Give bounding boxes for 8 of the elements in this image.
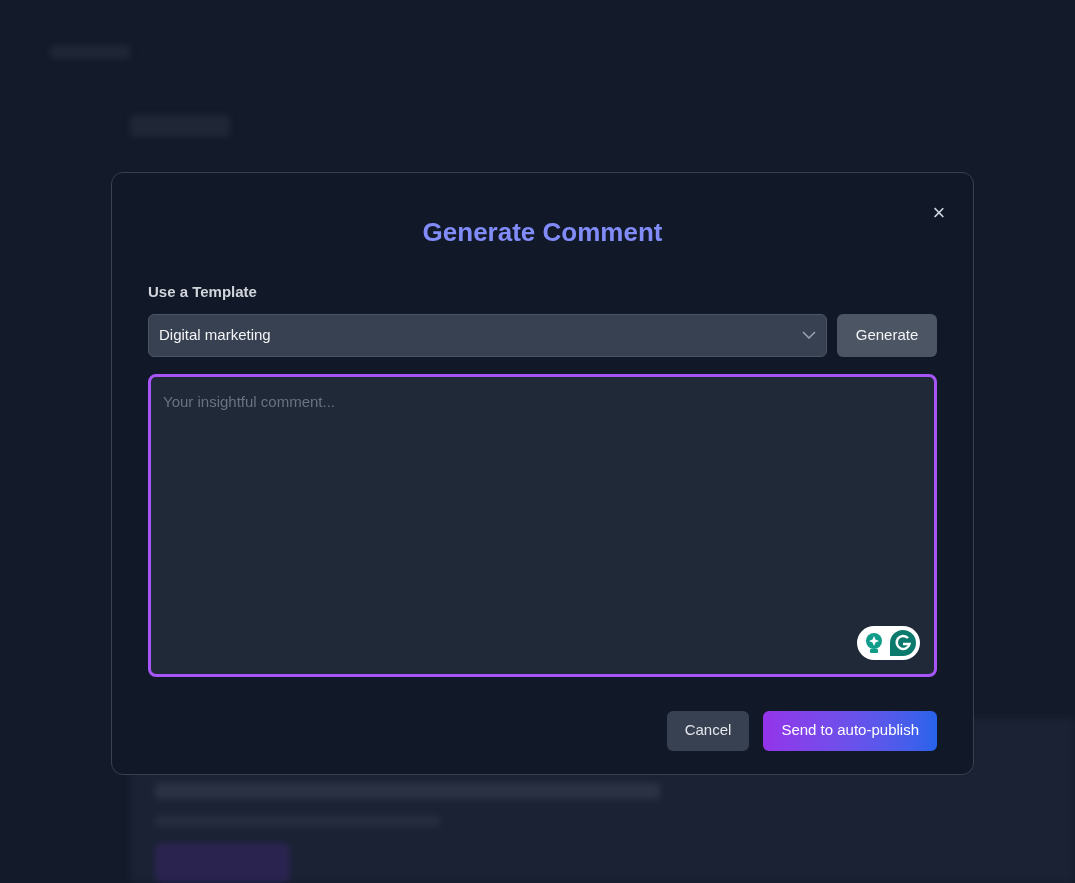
send-button[interactable]: Send to auto-publish [763,710,937,751]
cancel-button[interactable]: Cancel [666,710,750,751]
generate-button[interactable]: Generate [837,313,937,357]
field-label: Use a Template [148,282,258,302]
template-select[interactable]: Digital marketing [148,313,827,357]
comment-field[interactable]: Your insightful comment... [148,373,937,677]
dialog-title: Generate Comment [421,216,664,249]
close-button[interactable]: × [925,199,953,227]
